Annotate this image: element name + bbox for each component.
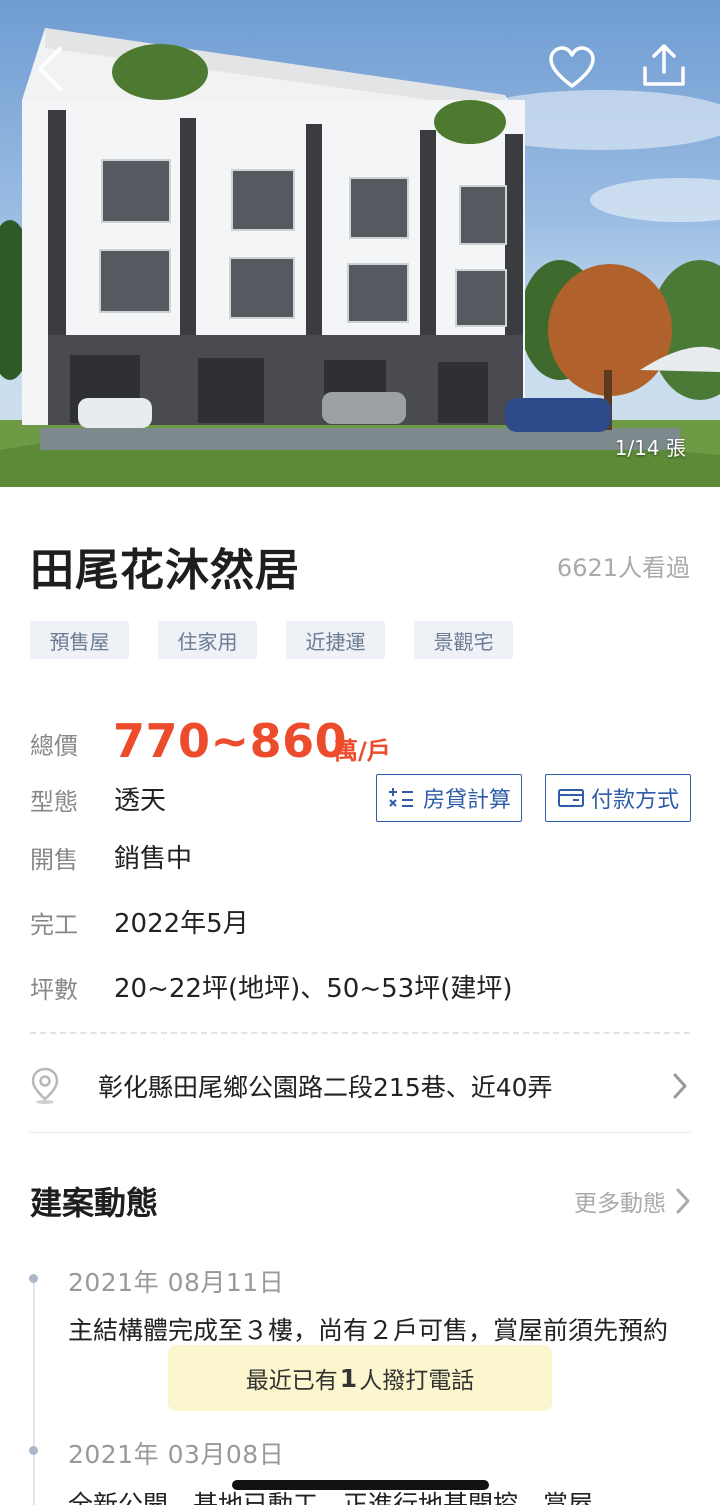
tag: 景觀宅 <box>414 621 513 659</box>
price-unit: 萬/戶 <box>334 737 391 765</box>
more-news-label: 更多動態 <box>574 1191 666 1217</box>
wallet-icon <box>557 789 584 807</box>
type-value: 透天 <box>114 786 167 816</box>
address-text: 彰化縣田尾鄉公園路二段215巷、近40弄 <box>98 1073 553 1102</box>
news-date: 2021年 08月11日 <box>68 1268 285 1297</box>
chevron-right-icon <box>676 1188 690 1214</box>
tag: 住家用 <box>158 621 257 659</box>
timeline-dot <box>29 1446 38 1455</box>
share-icon <box>643 44 685 86</box>
payment-method-label: 付款方式 <box>590 788 679 813</box>
completion-label: 完工 <box>30 911 78 939</box>
area-value: 20~22坪(地坪)、50~53坪(建坪) <box>114 974 513 1004</box>
home-indicator[interactable] <box>232 1480 489 1490</box>
photo-counter: 1/14 張 <box>614 436 686 460</box>
calculator-icon <box>388 788 413 807</box>
completion-value: 2022年5月 <box>114 909 249 939</box>
toast-prefix: 最近已有 <box>245 1368 338 1394</box>
payment-method-button[interactable]: 付款方式 <box>545 774 691 822</box>
favorite-button[interactable] <box>548 46 602 96</box>
project-title: 田尾花沐然居 <box>30 545 300 596</box>
toast-suffix: 人撥打電話 <box>359 1368 475 1394</box>
divider <box>30 1132 690 1133</box>
type-label: 型態 <box>30 788 78 816</box>
back-button[interactable] <box>36 46 80 100</box>
call-count-toast: 最近已有 1 人撥打電話 <box>168 1345 552 1411</box>
tag-list: 預售屋 住家用 近捷運 景觀宅 <box>30 621 513 659</box>
chevron-right-icon <box>673 1073 687 1099</box>
location-pin-icon <box>31 1067 59 1104</box>
hero-photo[interactable]: 1/14 張 <box>0 0 720 487</box>
news-section-title: 建案動態 <box>30 1184 159 1222</box>
news-date: 2021年 03月08日 <box>68 1440 285 1469</box>
tag: 近捷運 <box>286 621 385 659</box>
sale-value: 銷售中 <box>114 844 193 874</box>
address-row[interactable]: 彰化縣田尾鄉公園路二段215巷、近40弄 <box>30 1060 690 1112</box>
dashed-divider <box>30 1032 690 1034</box>
timeline-line <box>33 1278 35 1505</box>
building-render-image <box>0 28 720 487</box>
mortgage-calculator-label: 房貸計算 <box>422 788 511 813</box>
more-news-link[interactable]: 更多動態 <box>574 1184 690 1218</box>
toast-count: 1 <box>339 1363 358 1393</box>
view-count: 6621人看過 <box>556 554 690 582</box>
share-button[interactable] <box>642 44 696 96</box>
price-value: 770~860 <box>113 714 348 768</box>
timeline-dot <box>29 1274 38 1283</box>
sale-label: 開售 <box>30 846 78 874</box>
chevron-left-icon <box>38 47 62 91</box>
price-label: 總價 <box>30 732 78 760</box>
mortgage-calculator-button[interactable]: 房貸計算 <box>376 774 522 822</box>
heart-icon <box>549 46 595 88</box>
tag: 預售屋 <box>30 621 129 659</box>
area-label: 坪數 <box>30 976 78 1004</box>
